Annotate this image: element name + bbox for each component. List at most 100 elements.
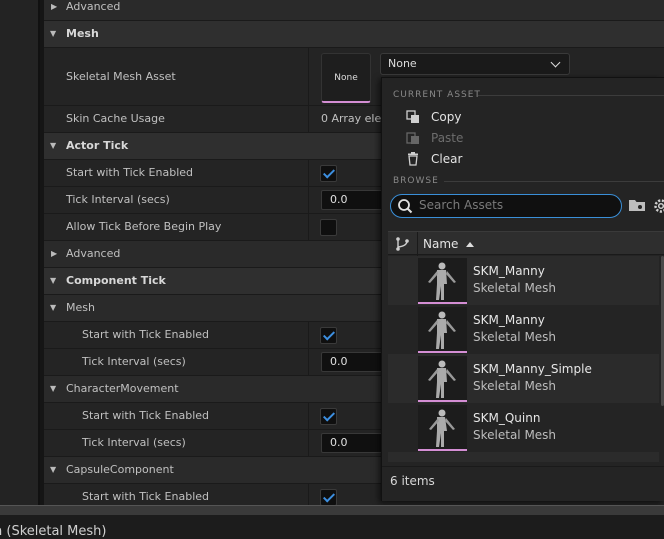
property-label: Tick Interval (secs) [82,436,186,449]
bottom-status-bar: n (Skeletal Mesh) [0,515,664,539]
expand-arrow-icon[interactable]: ▶ [51,0,57,20]
tick-interval-input[interactable]: 0.0 [321,190,383,210]
category-label: Component Tick [66,274,166,287]
branch-icon [396,237,409,251]
collapse-arrow-icon[interactable]: ▼ [50,376,56,402]
search-input[interactable]: Search Assets [419,195,503,216]
start-with-tick-checkbox[interactable] [320,165,337,182]
property-label: Start with Tick Enabled [82,328,210,341]
skeletal-mesh-combo[interactable]: None [380,53,570,75]
panel-splitter[interactable] [0,505,664,515]
asset-type: Skeletal Mesh [473,428,557,442]
mesh-thumbnail[interactable]: None [321,53,371,103]
search-assets-field[interactable]: Search Assets [390,194,622,218]
property-label: Tick Interval (secs) [82,355,186,368]
column-divider [308,48,309,105]
trash-icon [408,152,418,166]
branch-column-header[interactable] [388,232,418,256]
paste-menu-item[interactable]: Paste [406,128,656,148]
name-column-header[interactable]: Name [423,232,458,256]
asset-type: Skeletal Mesh [473,330,557,344]
asset-type: Skeletal Mesh [473,281,557,295]
asset-name: SKM_Manny [473,264,545,278]
mannequin-icon [428,311,456,349]
capsule-start-with-tick-checkbox[interactable] [320,489,337,506]
current-asset-header: CURRENT ASSET [393,90,481,100]
column-divider [308,403,309,429]
skeletal-mesh-thumbnail [418,405,467,451]
column-divider [308,160,309,186]
asset-type: Skeletal Mesh [473,379,557,393]
category-mesh[interactable]: ▼ Mesh [44,21,664,48]
asset-name: SKM_Quinn [473,411,541,425]
asset-table-header: Name [388,231,664,256]
copy-label: Copy [431,110,462,124]
allow-tick-checkbox[interactable] [320,219,337,236]
combo-value: None [388,57,417,70]
subcategory-label: Mesh [66,301,95,314]
asset-name: SKM_Manny [473,313,545,327]
mannequin-icon [429,409,455,447]
paste-icon [406,132,419,144]
category-label: Actor Tick [66,139,129,152]
asset-row[interactable]: SKM_Quinn Skeletal Mesh [388,403,659,452]
gear-icon[interactable] [652,197,664,215]
collapse-arrow-icon[interactable]: ▼ [50,457,56,483]
category-label: Mesh [66,27,99,40]
collapse-arrow-icon[interactable]: ▼ [50,21,56,47]
asset-row[interactable]: SKM_Manny Skeletal Mesh [388,256,659,305]
mannequin-icon [428,262,456,300]
mesh-start-with-tick-checkbox[interactable] [320,327,337,344]
property-label: Tick Interval (secs) [66,193,170,206]
subcategory-label: CapsuleComponent [66,463,174,476]
column-divider [308,322,309,348]
column-divider [308,187,309,213]
search-icon [398,199,413,214]
sort-ascending-icon [466,242,474,247]
editor-window: ▶ Advanced ▼ Mesh Skeletal Mesh Asset Sk… [0,0,664,539]
collapse-arrow-icon[interactable]: ▼ [50,295,56,321]
property-label: Start with Tick Enabled [82,409,210,422]
property-label: Start with Tick Enabled [66,166,194,179]
collapse-arrow-icon[interactable]: ▼ [50,133,56,159]
selected-asset-label: n (Skeletal Mesh) [0,524,107,539]
section-label: Advanced [66,0,121,13]
viewport-strip [0,0,40,505]
property-label: Allow Tick Before Begin Play [66,220,222,233]
footer-divider [382,466,664,467]
section-line [444,181,664,182]
items-count: 6 items [390,474,435,488]
copy-icon [406,110,419,123]
asset-picker-popup: CURRENT ASSET Copy Paste Clear BROWSE Se… [381,77,664,501]
asset-row[interactable]: SKM_Manny Skeletal Mesh [388,305,659,354]
mannequin-icon [428,360,456,398]
folder-browse-icon[interactable] [628,197,646,213]
section-line [478,95,664,96]
skeletal-mesh-thumbnail [418,356,467,402]
browse-header: BROWSE [393,176,439,186]
paste-label: Paste [431,131,464,145]
copy-menu-item[interactable]: Copy [406,107,656,127]
movement-start-with-tick-checkbox[interactable] [320,408,337,425]
advanced-section[interactable]: ▶ Advanced [44,0,664,21]
property-label: Skeletal Mesh Asset [66,70,176,83]
column-divider [308,106,309,132]
expand-arrow-icon[interactable]: ▶ [51,241,57,267]
asset-row[interactable]: SKM_Manny_Simple Skeletal Mesh [388,354,659,403]
asset-row[interactable] [388,452,659,462]
skeletal-mesh-thumbnail [418,258,467,304]
column-divider [308,430,309,456]
movement-tick-interval-input[interactable]: 0.0 [321,433,383,453]
subcategory-label: CharacterMovement [66,382,179,395]
skeletal-mesh-thumbnail [418,307,467,353]
collapse-arrow-icon[interactable]: ▼ [50,268,56,294]
clear-menu-item[interactable]: Clear [406,149,656,169]
section-label: Advanced [66,247,121,260]
clear-label: Clear [431,152,463,166]
asset-list: SKM_Manny Skeletal Mesh SKM_Manny Skelet… [388,256,659,462]
column-divider [308,214,309,240]
chevron-down-icon [550,57,561,68]
mesh-tick-interval-input[interactable]: 0.0 [321,352,383,372]
property-label: Skin Cache Usage [66,112,165,125]
asset-name: SKM_Manny_Simple [473,362,592,376]
